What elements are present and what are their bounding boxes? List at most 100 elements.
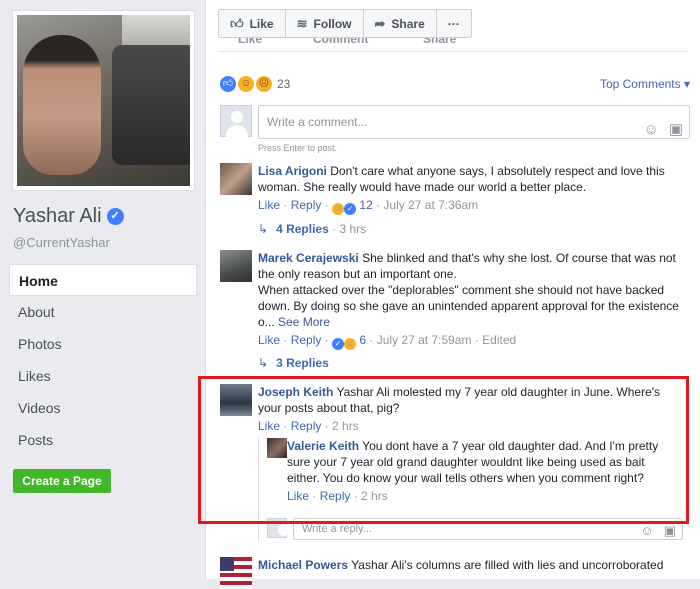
composer-icons: ☺ ▣ bbox=[643, 114, 683, 146]
share-label: Share bbox=[391, 16, 425, 31]
replier-avatar[interactable] bbox=[267, 438, 287, 458]
emoji-icon[interactable]: ☺ bbox=[640, 521, 653, 541]
reply-placeholder: Write a reply... bbox=[302, 523, 372, 535]
reply-arrow-icon: ↳ bbox=[258, 356, 269, 370]
reaction-count[interactable]: 23 bbox=[277, 77, 290, 91]
commenter-name[interactable]: Michael Powers bbox=[258, 558, 348, 572]
replier-name[interactable]: Valerie Keith bbox=[287, 439, 359, 453]
nav-item-posts[interactable]: Posts bbox=[9, 424, 197, 456]
comment-item: Lisa Arigoni Don't care what anyone says… bbox=[220, 163, 685, 243]
commenter-avatar[interactable] bbox=[220, 250, 252, 282]
haha-reaction-icon: ☺ bbox=[332, 203, 345, 215]
replies-count: 4 Replies bbox=[276, 222, 329, 236]
post-share-link[interactable]: Share bbox=[423, 38, 456, 46]
comment-sort-dropdown[interactable]: Top Comments ▾ bbox=[600, 77, 690, 91]
car-seat bbox=[112, 45, 190, 165]
replies-count: 3 Replies bbox=[276, 356, 329, 370]
verified-badge-icon: ✓ bbox=[106, 208, 124, 225]
like-page-button[interactable]: 👍︎ Like bbox=[218, 9, 286, 38]
comment-timestamp[interactable]: July 27 at 7:36am bbox=[383, 198, 478, 212]
flag-canton bbox=[220, 557, 234, 571]
commenter-avatar[interactable] bbox=[220, 163, 252, 195]
current-user-avatar bbox=[220, 105, 252, 137]
like-reaction-icon: ✓ bbox=[344, 203, 357, 215]
comment-timestamp[interactable]: 2 hrs bbox=[332, 419, 359, 433]
reply-arrow-icon: ↳ bbox=[258, 222, 269, 236]
comment-text: Yashar Ali's columns are filled with lie… bbox=[351, 558, 664, 572]
press-enter-hint: Press Enter to post. bbox=[258, 143, 338, 153]
rss-icon: ≋ bbox=[296, 15, 308, 31]
reply-meta: Like · Reply · 2 hrs bbox=[287, 489, 388, 503]
comment-body: Lisa Arigoni Don't care what anyone says… bbox=[258, 163, 685, 215]
follow-button[interactable]: ≋ Follow bbox=[284, 9, 364, 38]
page-handle[interactable]: @CurrentYashar bbox=[13, 235, 110, 250]
comment-reply-link[interactable]: Reply bbox=[291, 333, 322, 347]
commenter-name[interactable]: Joseph Keith bbox=[258, 385, 333, 399]
reply-item: Valerie Keith You dont have a 7 year old… bbox=[259, 438, 679, 504]
post-reactions[interactable]: 👍︎ ☺ ☹ 23 bbox=[220, 76, 290, 92]
share-arrow-icon: ➦ bbox=[374, 15, 386, 31]
comment-timestamp[interactable]: July 27 at 7:59am bbox=[377, 333, 472, 347]
feed-column: 👍︎ Like ≋ Follow ➦ Share ··· Like Commen… bbox=[205, 0, 700, 589]
reply-composer-icons: ☺ ▣ bbox=[640, 521, 676, 541]
nav-item-videos[interactable]: Videos bbox=[9, 392, 197, 424]
reply-input[interactable]: Write a reply... ☺ ▣ bbox=[293, 518, 683, 540]
commenter-avatar[interactable] bbox=[220, 557, 252, 589]
nav-item-about[interactable]: About bbox=[9, 296, 197, 328]
edited-label: Edited bbox=[482, 333, 517, 347]
comment-placeholder: Write a comment... bbox=[267, 115, 368, 129]
post-like-link[interactable]: Like bbox=[238, 38, 262, 46]
see-more-link[interactable]: See More bbox=[278, 315, 330, 329]
follow-label: Follow bbox=[313, 16, 352, 31]
sticker-icon[interactable]: ▣ bbox=[664, 521, 676, 541]
profile-face bbox=[23, 35, 101, 175]
emoji-icon[interactable]: ☺ bbox=[643, 114, 658, 146]
haha-reaction-icon: ☺ bbox=[344, 338, 357, 350]
comment-reaction-count[interactable]: 6 bbox=[359, 333, 366, 347]
nav-item-photos[interactable]: Photos bbox=[9, 328, 197, 360]
commenter-name[interactable]: Lisa Arigoni bbox=[258, 164, 327, 178]
replies-time: 3 hrs bbox=[339, 222, 367, 236]
comment-like-link[interactable]: Like bbox=[258, 198, 280, 212]
reply-reply-link[interactable]: Reply bbox=[320, 489, 351, 503]
create-page-button[interactable]: Create a Page bbox=[13, 469, 111, 493]
commenter-avatar[interactable] bbox=[220, 384, 252, 416]
reply-body: Valerie Keith You dont have a 7 year old… bbox=[287, 438, 679, 504]
reply-thread: Valerie Keith You dont have a 7 year old… bbox=[258, 438, 683, 550]
haha-reaction-icon: ☺ bbox=[238, 76, 254, 92]
like-reaction-icon: 👍︎ bbox=[220, 76, 236, 92]
comment-item: Michael Powers Yashar Ali's columns are … bbox=[220, 557, 685, 589]
comment-composer: Write a comment... ☺ ▣ bbox=[220, 105, 690, 139]
nav-item-likes[interactable]: Likes bbox=[9, 360, 197, 392]
comment-body: Joseph Keith Yashar Ali molested my 7 ye… bbox=[258, 384, 685, 434]
current-user-avatar bbox=[267, 518, 295, 550]
post-action-row: Like Comment Share bbox=[218, 38, 688, 52]
comment-meta: Like · Reply · ☺ ✓ 12 · July 27 at 7:36am bbox=[258, 198, 479, 215]
comment-reply-link[interactable]: Reply bbox=[291, 198, 322, 212]
comment-input[interactable]: Write a comment... ☺ ▣ bbox=[258, 105, 690, 139]
comment-reaction-count[interactable]: 12 bbox=[359, 198, 372, 212]
view-replies-link[interactable]: ↳ 4 Replies · 3 hrs bbox=[258, 222, 366, 236]
comment-reply-link[interactable]: Reply bbox=[291, 419, 322, 433]
comment-like-link[interactable]: Like bbox=[258, 419, 280, 433]
page-title[interactable]: Yashar Ali ✓ bbox=[13, 205, 124, 228]
comment-item: Joseph Keith Yashar Ali molested my 7 ye… bbox=[220, 384, 685, 434]
ellipsis-icon: ··· bbox=[447, 16, 460, 31]
more-options-button[interactable]: ··· bbox=[435, 9, 472, 38]
comment-body: Michael Powers Yashar Ali's columns are … bbox=[258, 557, 685, 573]
reply-like-link[interactable]: Like bbox=[287, 489, 309, 503]
share-page-button[interactable]: ➦ Share bbox=[362, 9, 437, 38]
like-label: Like bbox=[249, 16, 274, 31]
profile-picture[interactable] bbox=[13, 11, 194, 190]
reply-timestamp[interactable]: 2 hrs bbox=[361, 489, 388, 503]
view-replies-link[interactable]: ↳ 3 Replies bbox=[258, 356, 329, 370]
like-reaction-icon: ✓ bbox=[332, 338, 345, 350]
comment-like-link[interactable]: Like bbox=[258, 333, 280, 347]
sticker-icon[interactable]: ▣ bbox=[669, 114, 683, 146]
page-name-text[interactable]: Yashar Ali bbox=[13, 205, 102, 228]
commenter-name[interactable]: Marek Cerajewski bbox=[258, 251, 359, 265]
thumbs-up-icon: 👍︎ bbox=[230, 15, 244, 31]
post-comment-link[interactable]: Comment bbox=[313, 38, 368, 46]
reply-composer: Write a reply... ☺ ▣ bbox=[267, 518, 683, 550]
nav-item-home[interactable]: Home bbox=[9, 264, 197, 296]
